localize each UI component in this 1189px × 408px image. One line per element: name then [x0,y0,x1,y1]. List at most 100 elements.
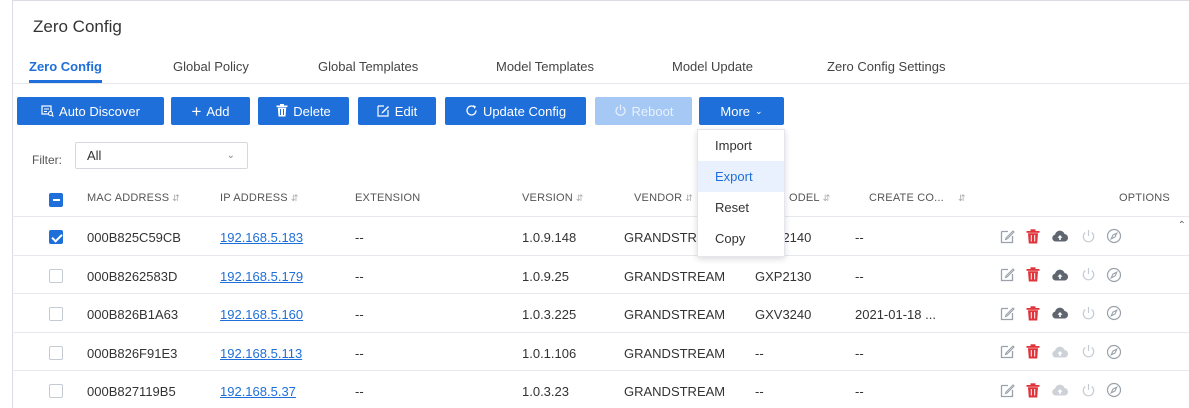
table-row[interactable]: 000B826B1A63 192.168.5.160 -- 1.0.3.225 GRAN… [12,294,1189,333]
cell-model: -- [755,384,764,399]
cell-version: 1.0.1.106 [522,345,577,361]
cell-extension: -- [355,307,364,322]
row-checkbox[interactable] [49,384,63,398]
compass-icon[interactable] [1103,264,1125,286]
cell-model: GXV3240 [755,307,812,322]
edit-icon[interactable] [996,341,1018,363]
edit-icon[interactable] [996,225,1018,247]
more-button[interactable]: More ⌄ [699,97,784,125]
cloud-upload-icon[interactable] [1049,341,1071,363]
cloud-upload-icon[interactable] [1049,379,1071,401]
power-icon[interactable] [1077,225,1099,247]
table-row[interactable]: 000B826F91E3 192.168.5.113 -- 1.0.1.106 GRAN… [12,333,1189,371]
col-header-extension: EXTENSION [355,192,421,204]
edit-button[interactable]: Edit [358,97,436,125]
add-button[interactable]: + Add [171,97,250,125]
cell-version: 1.0.3.225 [522,307,577,322]
menu-item-reset[interactable]: Reset [698,192,784,223]
power-icon[interactable] [1077,264,1099,286]
filter-select[interactable]: All ⌄ [75,142,248,169]
trash-icon[interactable] [1022,225,1044,247]
table-row[interactable]: 000B8262583D 192.168.5.179 -- 1.0.9.25 GRAND… [12,256,1189,294]
row-checkbox[interactable] [49,307,63,321]
col-header-create-config[interactable]: CREATE CO... ⇵ [869,192,966,204]
update-config-button[interactable]: Update Config [445,97,586,125]
power-icon[interactable] [1077,302,1099,324]
cell-extension: -- [355,230,364,245]
cell-created: 2021-01-18 ... [855,307,936,322]
cell-created: -- [855,268,864,284]
cell-vendor: GRANDSTREAM [624,384,726,399]
compass-icon[interactable] [1103,379,1125,401]
cell-created: -- [855,230,864,245]
cell-ip[interactable]: 192.168.5.160 [220,307,303,322]
cell-mac: 000B8262583D [87,268,178,284]
compass-icon[interactable] [1103,341,1125,363]
power-icon[interactable] [1077,341,1099,363]
plus-icon: + [191,101,202,121]
cell-ip[interactable]: 192.168.5.113 [220,346,302,361]
cell-vendor: GRANDSTREAM [624,307,726,322]
table-row[interactable]: 000B827119B5 192.168.5.37 -- 1.0.3.23 GRANDS… [12,371,1189,408]
trash-icon [276,103,288,119]
cell-version: 1.0.9.148 [522,230,577,245]
tab-zero-config-settings[interactable]: Zero Config Settings [827,59,946,74]
page-title: Zero Config [33,17,122,36]
tab-global-templates[interactable]: Global Templates [318,59,418,74]
row-checkbox[interactable] [49,230,63,244]
col-header-options: OPTIONS [1119,192,1170,204]
auto-discover-icon [41,104,54,119]
trash-icon[interactable] [1022,341,1044,363]
tab-global-policy[interactable]: Global Policy [173,59,249,74]
trash-icon[interactable] [1022,264,1044,286]
edit-icon[interactable] [996,264,1018,286]
menu-item-copy[interactable]: Copy [698,223,784,254]
table-row[interactable]: 000B825C59CB 192.168.5.183 -- 1.0.9.148 GRAN… [12,217,1189,256]
reboot-button[interactable]: Reboot [595,97,692,125]
cell-extension: -- [355,345,364,361]
cell-extension: -- [355,384,364,399]
tab-model-update[interactable]: Model Update [672,59,753,74]
menu-item-import[interactable]: Import [698,130,784,161]
power-icon[interactable] [1077,379,1099,401]
cell-model: GXP2130 [755,268,812,284]
chevron-down-icon: ⌄ [755,105,763,116]
cell-ip[interactable]: 192.168.5.179 [220,269,303,284]
compass-icon[interactable] [1103,225,1125,247]
delete-button[interactable]: Delete [258,97,349,125]
select-all-checkbox[interactable] [49,193,63,207]
compass-icon[interactable] [1103,302,1125,324]
col-header-version[interactable]: VERSION ⇵ [522,192,584,204]
cell-ip[interactable]: 192.168.5.183 [220,230,303,245]
sort-icon: ⇵ [575,193,584,203]
cell-extension: -- [355,268,364,284]
col-header-mac[interactable]: MAC ADDRESS ⇵ [87,192,180,204]
cell-version: 1.0.3.23 [522,384,569,399]
col-header-vendor[interactable]: VENDOR ⇵ [634,192,693,204]
tab-divider [13,83,1189,84]
chevron-down-icon: ⌄ [226,150,235,161]
cloud-upload-icon[interactable] [1049,302,1071,324]
tab-zero-config[interactable]: Zero Config [29,59,102,83]
filter-value: All [87,148,102,163]
cloud-upload-icon[interactable] [1049,264,1071,286]
auto-discover-button[interactable]: Auto Discover [17,97,164,125]
cell-ip[interactable]: 192.168.5.37 [220,384,296,399]
trash-icon[interactable] [1022,302,1044,324]
cell-created: -- [855,384,864,399]
row-checkbox[interactable] [49,268,63,283]
edit-icon[interactable] [996,379,1018,401]
cloud-upload-icon[interactable] [1049,225,1071,247]
trash-icon[interactable] [1022,379,1044,401]
col-header-ip[interactable]: IP ADDRESS ⇵ [220,192,299,204]
menu-item-export[interactable]: Export [698,161,784,192]
edit-icon[interactable] [996,302,1018,324]
row-checkbox[interactable] [49,345,63,360]
scroll-up-icon[interactable]: ⌃ [1178,220,1186,231]
more-dropdown-menu: Import Export Reset Copy [697,129,785,257]
cell-mac: 000B827119B5 [87,384,176,399]
table-body: 000B825C59CB 192.168.5.183 -- 1.0.9.148 GRAN… [12,217,1189,408]
sort-icon: ⇵ [822,193,831,203]
tab-model-templates[interactable]: Model Templates [496,59,594,74]
col-header-model[interactable]: ODEL ⇵ [789,192,831,204]
